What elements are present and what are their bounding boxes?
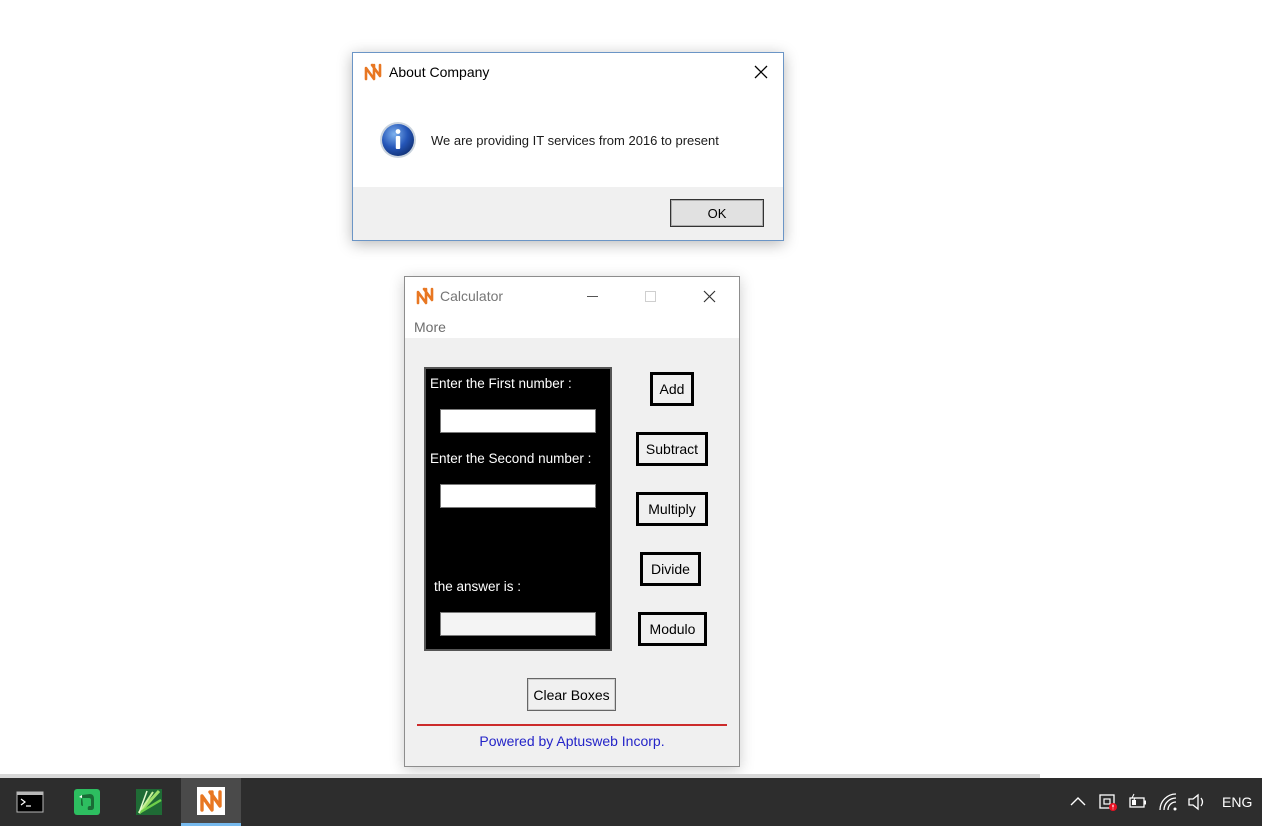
taskbar-app-evernote[interactable]	[57, 778, 117, 826]
second-number-label: Enter the Second number :	[430, 451, 592, 466]
volume-icon	[1188, 793, 1204, 811]
calculator-title: Calculator	[440, 288, 504, 304]
answer-output[interactable]	[440, 612, 596, 636]
ok-button[interactable]: OK	[670, 199, 764, 227]
powered-by-text: Powered by Aptusweb Incorp.	[479, 733, 665, 749]
minimize-button[interactable]	[569, 277, 615, 316]
input-panel: Enter the First number : Enter the Secon…	[424, 367, 612, 651]
menu-more[interactable]: More	[414, 319, 446, 335]
maximize-button	[627, 277, 673, 316]
calculator-close-button[interactable]	[686, 277, 732, 316]
taskbar-app-command-prompt[interactable]	[0, 778, 60, 826]
about-dialog-close-button[interactable]	[739, 53, 783, 91]
taskbar: ENG	[0, 778, 1262, 826]
close-icon	[703, 290, 715, 303]
close-icon	[754, 65, 768, 79]
footer-divider	[417, 724, 727, 726]
taskbar-app-calculator[interactable]	[181, 778, 241, 826]
clear-boxes-button[interactable]: Clear Boxes	[527, 678, 616, 711]
about-dialog-title: About Company	[389, 64, 490, 80]
evernote-icon	[74, 789, 100, 815]
app-logo-icon	[363, 62, 383, 82]
first-number-label: Enter the First number :	[430, 376, 572, 391]
calculator-window: Calculator More Enter the First number :…	[404, 276, 740, 767]
calculator-titlebar[interactable]: Calculator	[405, 277, 739, 316]
tray-overflow-button[interactable]	[1068, 792, 1088, 812]
about-dialog-footer: OK	[353, 187, 783, 240]
taskbar-app-ide[interactable]	[119, 778, 179, 826]
add-button[interactable]: Add	[650, 372, 694, 406]
first-number-input[interactable]	[440, 409, 596, 433]
command-prompt-icon	[16, 791, 44, 813]
menu-bar: More	[405, 316, 739, 338]
tray-wifi[interactable]	[1158, 792, 1178, 812]
info-icon	[379, 121, 417, 159]
answer-label: the answer is :	[434, 579, 522, 594]
about-company-dialog: About Company We are providing IT servic…	[352, 52, 784, 241]
security-alert-icon	[1099, 794, 1117, 811]
calculator-app-icon	[197, 786, 225, 815]
divide-button[interactable]: Divide	[640, 552, 701, 586]
ide-icon	[136, 789, 162, 815]
multiply-button[interactable]: Multiply	[636, 492, 708, 526]
battery-icon	[1129, 793, 1146, 808]
tray-volume[interactable]	[1187, 792, 1207, 812]
about-dialog-message: We are providing IT services from 2016 t…	[431, 133, 719, 148]
app-logo-icon	[415, 286, 435, 306]
tray-battery[interactable]	[1128, 792, 1148, 812]
tray-language-indicator[interactable]: ENG	[1222, 794, 1252, 810]
subtract-button[interactable]: Subtract	[636, 432, 708, 466]
chevron-up-icon	[1070, 797, 1086, 806]
about-dialog-titlebar[interactable]: About Company	[353, 53, 783, 91]
modulo-button[interactable]: Modulo	[638, 612, 707, 646]
tray-security[interactable]	[1098, 792, 1118, 812]
wifi-icon	[1159, 793, 1177, 811]
maximize-icon	[644, 291, 656, 302]
second-number-input[interactable]	[440, 484, 596, 508]
minimize-icon	[586, 296, 598, 297]
